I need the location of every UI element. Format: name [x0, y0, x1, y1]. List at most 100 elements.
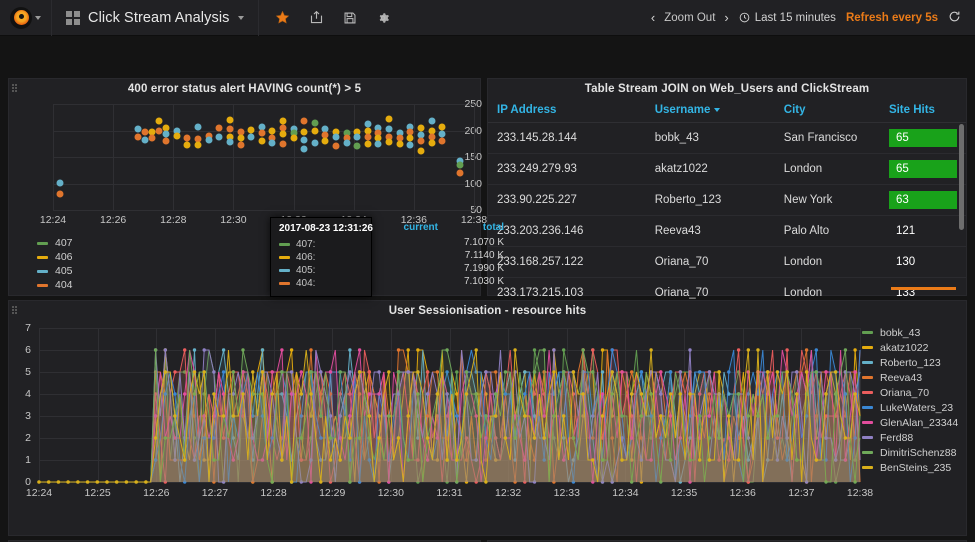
- series-point: [377, 370, 381, 374]
- tooltip-color-swatch: [279, 256, 290, 259]
- series-point: [435, 370, 440, 374]
- panel-drag-handle[interactable]: [12, 306, 17, 314]
- scatter-plot[interactable]: 5010015020025012:2412:2612:2812:3012:321…: [9, 98, 487, 228]
- tooltip-total-value: 7.1030 K: [463, 276, 504, 287]
- scatter-point: [141, 136, 149, 144]
- series-point: [289, 348, 294, 352]
- series-point: [212, 392, 216, 396]
- series-point: [552, 370, 556, 374]
- series-point: [406, 348, 410, 352]
- legend-label: DimitriSchenz88: [880, 446, 957, 459]
- scatter-point: [226, 125, 234, 133]
- time-shift-forward-icon[interactable]: ›: [724, 10, 728, 25]
- table-row[interactable]: 233.90.225.227 Roberto_123 New York 63: [488, 184, 966, 216]
- series-point: [494, 414, 498, 418]
- legend-item[interactable]: akatz1022: [862, 340, 962, 355]
- sessions-legend: bobk_43 akatz1022 Roberto_123 Reeva43 Oriana…: [862, 325, 962, 475]
- legend-item[interactable]: GlenAlan_23344: [862, 415, 962, 430]
- cell-username: Reeva43: [645, 215, 775, 247]
- table-row[interactable]: 233.168.257.122 Oriana_70 London 130: [488, 246, 966, 278]
- scatter-point: [155, 117, 163, 125]
- table-column-header[interactable]: City: [774, 98, 880, 123]
- legend-color-swatch: [37, 241, 48, 245]
- series-point: [484, 414, 488, 418]
- legend-color-swatch: [862, 331, 873, 334]
- scatter-point: [226, 138, 234, 146]
- legend-item[interactable]: LukeWaters_23: [862, 400, 962, 415]
- series-point: [241, 392, 245, 396]
- panel-drag-handle[interactable]: [12, 84, 17, 92]
- series-point: [581, 392, 585, 396]
- series-point: [824, 370, 828, 374]
- table-column-header[interactable]: Site Hits: [879, 98, 966, 123]
- table-column-header[interactable]: IP Address: [488, 98, 646, 123]
- series-point: [416, 370, 420, 374]
- table-scrollbar[interactable]: [959, 124, 964, 230]
- logo-menu-button[interactable]: [0, 0, 52, 36]
- series-point: [513, 348, 517, 352]
- scatter-point: [258, 137, 266, 145]
- cell-ip-address: 233.168.257.122: [488, 246, 646, 278]
- grid-line: [53, 210, 474, 211]
- series-point: [319, 480, 323, 484]
- legend-item[interactable]: DimitriSchenz88: [862, 445, 962, 460]
- scatter-point: [438, 137, 446, 145]
- series-point: [153, 436, 158, 440]
- refresh-icon[interactable]: [948, 10, 961, 26]
- series-point: [707, 370, 712, 374]
- refresh-interval-label[interactable]: Refresh every 5s: [846, 12, 938, 24]
- save-icon[interactable]: [343, 11, 357, 25]
- zoom-out-control[interactable]: ‹ Zoom Out ›: [651, 10, 729, 25]
- table-row[interactable]: 233.145.28.144 bobk_43 San Francisco 65: [488, 122, 966, 154]
- legend-label: 404: [55, 279, 73, 291]
- scatter-point: [353, 142, 361, 150]
- time-range-picker[interactable]: Last 15 minutes: [739, 12, 836, 24]
- series-point: [328, 436, 333, 440]
- series-point: [727, 414, 731, 418]
- cell-username: akatz1022: [645, 153, 775, 185]
- series-point: [406, 414, 410, 418]
- series-point: [37, 480, 41, 484]
- panel-user-sessionisation: User Sessionisation - resource hits 0123…: [8, 300, 967, 536]
- legend-item[interactable]: BenSteins_235: [862, 460, 962, 475]
- legend-item[interactable]: Reeva43: [862, 370, 962, 385]
- series-point: [678, 392, 682, 396]
- grid-line: [53, 104, 54, 210]
- panel-title: 400 error status alert HAVING count(*) >…: [127, 83, 362, 95]
- share-icon[interactable]: [309, 10, 324, 25]
- grid-line: [353, 104, 355, 210]
- legend-item[interactable]: bobk_43: [862, 325, 962, 340]
- scatter-point: [428, 139, 436, 147]
- series-point: [192, 370, 197, 374]
- zoom-out-label[interactable]: Zoom Out: [664, 12, 715, 24]
- settings-gear-icon[interactable]: [376, 11, 390, 25]
- scatter-point: [134, 133, 142, 141]
- series-point: [163, 370, 167, 374]
- graph-tooltip: 2017-08-23 12:31:26 407: 406: 405: 404:: [270, 217, 373, 297]
- series-point: [173, 370, 177, 374]
- tooltip-timestamp: 2017-08-23 12:31:26: [279, 223, 373, 234]
- dashboard-selector[interactable]: Click Stream Analysis: [52, 0, 259, 36]
- legend-item[interactable]: Roberto_123: [862, 355, 962, 370]
- sessions-line-chart[interactable]: 0 1 2 3 4 5 6 7 12:24 12:25 12:26 12:27 12:28 12:29 12…: [9, 320, 873, 515]
- time-shift-back-icon[interactable]: ‹: [651, 10, 655, 25]
- scatter-point: [290, 134, 298, 142]
- star-icon[interactable]: [275, 10, 290, 25]
- panel-table-stream-join: Table Stream JOIN on Web_Users and Click…: [487, 78, 967, 340]
- tooltip-current-value: [372, 263, 438, 276]
- series-point: [843, 348, 848, 352]
- legend-color-swatch: [862, 361, 873, 364]
- table-row[interactable]: 233.203.236.146 Reeva43 Palo Alto 121: [488, 215, 966, 247]
- cell-site-hits: 130: [879, 246, 966, 278]
- legend-item[interactable]: Ferd88: [862, 430, 962, 445]
- table-header-row: IP Address Username City Site Hits: [488, 98, 966, 123]
- legend-item[interactable]: Oriana_70: [862, 385, 962, 400]
- series-point: [367, 370, 371, 374]
- scatter-point: [385, 138, 393, 146]
- scatter-point: [300, 117, 308, 125]
- series-point: [212, 370, 216, 374]
- tooltip-current-value: [372, 250, 438, 263]
- table-row[interactable]: 233.249.279.93 akatz1022 London 65: [488, 153, 966, 185]
- series-point: [299, 370, 303, 374]
- table-column-header[interactable]: Username: [645, 98, 775, 123]
